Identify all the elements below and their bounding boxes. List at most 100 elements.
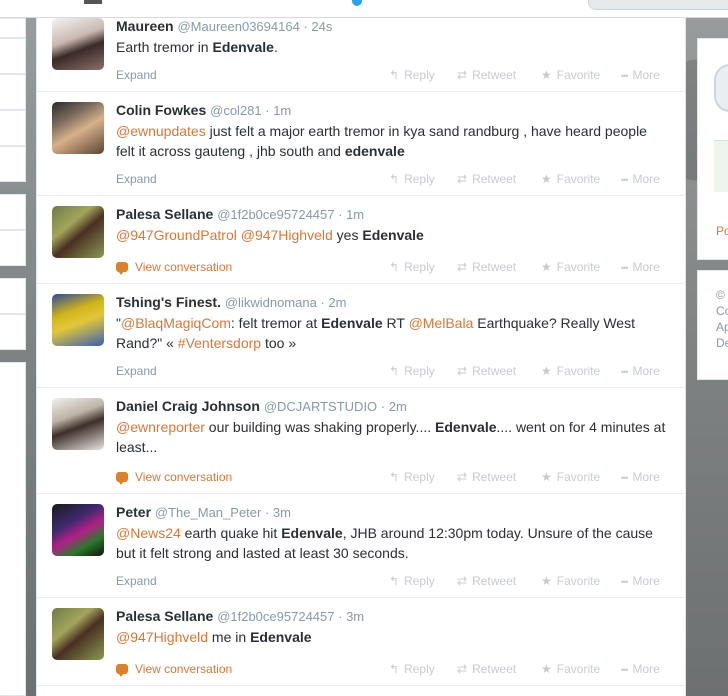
tweet[interactable]: Tshing's Finest. @likwidnomana · 2m "@Bla… bbox=[37, 284, 685, 388]
tweet-timestamp[interactable]: 24s bbox=[311, 19, 332, 34]
view-conversation-link[interactable]: View conversation bbox=[116, 469, 232, 485]
mention-link[interactable]: @MelBala bbox=[409, 315, 474, 331]
tweet-content: Peter @The_Man_Peter · 3m @News24 earth q… bbox=[116, 503, 669, 563]
favorite-button[interactable]: ★ Favorite bbox=[541, 469, 600, 485]
left-sidebar-item[interactable] bbox=[0, 278, 26, 314]
tweet-timestamp[interactable]: 2m bbox=[328, 295, 346, 310]
action-label: Favorite bbox=[556, 470, 601, 484]
more-button[interactable]: ••• More bbox=[621, 259, 660, 276]
mention-link[interactable]: @News24 bbox=[116, 525, 181, 541]
author-username[interactable]: @DCJARTSTUDIO bbox=[264, 399, 377, 414]
reply-button[interactable]: ↰ Reply bbox=[389, 259, 435, 275]
more-button[interactable]: ••• More bbox=[621, 469, 660, 486]
favorite-button[interactable]: ★ Favorite bbox=[541, 363, 600, 379]
more-button[interactable]: ••• More bbox=[621, 67, 660, 84]
more-button[interactable]: ••• More bbox=[621, 171, 660, 188]
left-sidebar-item[interactable] bbox=[0, 110, 26, 146]
retweet-button[interactable]: ⇄ Retweet bbox=[457, 469, 516, 485]
reply-button[interactable]: ↰ Reply bbox=[389, 67, 435, 83]
tweet-timestamp[interactable]: 3m bbox=[273, 505, 291, 520]
mention-link[interactable]: @ewnupdates bbox=[116, 123, 206, 139]
user-avatar[interactable] bbox=[52, 504, 104, 556]
user-avatar[interactable] bbox=[52, 608, 104, 660]
retweet-button[interactable]: ⇄ Retweet bbox=[457, 259, 516, 275]
author-username[interactable]: @likwidnomana bbox=[225, 295, 317, 310]
tweet-timestamp[interactable]: 1m bbox=[273, 103, 291, 118]
author-username[interactable]: @1f2b0ce95724457 bbox=[217, 609, 334, 624]
left-sidebar-item[interactable] bbox=[0, 74, 26, 110]
author-fullname[interactable]: Palesa Sellane bbox=[116, 608, 213, 624]
view-conversation-link[interactable]: View conversation bbox=[116, 661, 232, 677]
mention-link[interactable]: @947Highveld bbox=[116, 629, 208, 645]
reply-button[interactable]: ↰ Reply bbox=[389, 171, 435, 187]
tweet[interactable]: Palesa Sellane @1f2b0ce95724457 · 3m @947… bbox=[37, 598, 685, 686]
favorite-button[interactable]: ★ Favorite bbox=[541, 661, 600, 677]
more-button[interactable]: ••• More bbox=[621, 573, 660, 590]
user-avatar[interactable] bbox=[52, 18, 104, 70]
reply-button[interactable]: ↰ Reply bbox=[389, 363, 435, 379]
retweet-button[interactable]: ⇄ Retweet bbox=[457, 67, 516, 83]
author-fullname[interactable]: Peter bbox=[116, 504, 151, 520]
left-sidebar-item[interactable] bbox=[0, 194, 26, 230]
author-username[interactable]: @col281 bbox=[210, 103, 262, 118]
user-avatar[interactable] bbox=[52, 102, 104, 154]
user-avatar[interactable] bbox=[52, 294, 104, 346]
reply-button[interactable]: ↰ Reply bbox=[389, 661, 435, 677]
author-fullname[interactable]: Colin Fowkes bbox=[116, 102, 206, 118]
mention-link[interactable]: @947GroundPatrol bbox=[116, 227, 237, 243]
reply-button[interactable]: ↰ Reply bbox=[389, 469, 435, 485]
left-sidebar-item[interactable] bbox=[0, 146, 26, 182]
retweet-button[interactable]: ⇄ Retweet bbox=[457, 573, 516, 589]
left-sidebar-item[interactable] bbox=[0, 38, 26, 74]
reply-button[interactable]: ↰ Reply bbox=[389, 573, 435, 589]
tweet[interactable]: Peter @The_Man_Peter · 3m @News24 earth q… bbox=[37, 494, 685, 598]
tweet[interactable]: Palesa Sellane @1f2b0ce95724457 · 1m @947… bbox=[37, 196, 685, 284]
twitter-bird-icon[interactable] bbox=[352, 0, 362, 6]
expand-link[interactable]: Expand bbox=[116, 171, 157, 187]
suggested-user-avatar[interactable] bbox=[714, 64, 728, 112]
retweet-button[interactable]: ⇄ Retweet bbox=[457, 171, 516, 187]
retweet-button[interactable]: ⇄ Retweet bbox=[457, 363, 516, 379]
right-panel-link[interactable]: Po bbox=[698, 224, 728, 238]
user-avatar[interactable] bbox=[52, 398, 104, 450]
reply-arrow-icon: ↰ bbox=[389, 260, 400, 274]
author-fullname[interactable]: Palesa Sellane bbox=[116, 206, 213, 222]
search-input[interactable] bbox=[588, 0, 728, 10]
author-fullname[interactable]: Tshing's Finest. bbox=[116, 294, 221, 310]
favorite-button[interactable]: ★ Favorite bbox=[541, 259, 600, 275]
footer-line[interactable]: Ap bbox=[698, 319, 728, 335]
more-button[interactable]: ••• More bbox=[621, 661, 660, 678]
tweet-timestamp[interactable]: 1m bbox=[346, 207, 364, 222]
left-sidebar-item[interactable] bbox=[0, 314, 26, 350]
tweet[interactable]: Maureen @Maureen03694164 · 24s Earth trem… bbox=[37, 18, 685, 92]
mention-link[interactable]: @947Highveld bbox=[241, 227, 333, 243]
expand-link[interactable]: Expand bbox=[116, 573, 157, 589]
favorite-button[interactable]: ★ Favorite bbox=[541, 573, 600, 589]
author-username[interactable]: @Maureen03694164 bbox=[177, 19, 299, 34]
footer-line[interactable]: Co bbox=[698, 303, 728, 319]
author-username[interactable]: @1f2b0ce95724457 bbox=[217, 207, 334, 222]
tweet[interactable]: Colin Fowkes @col281 · 1m @ewnupdates jus… bbox=[37, 92, 685, 196]
suggested-user-avatar[interactable] bbox=[714, 140, 728, 192]
left-sidebar-item[interactable] bbox=[0, 18, 26, 38]
tweet[interactable]: Daniel Craig Johnson @DCJARTSTUDIO · 2m @… bbox=[37, 388, 685, 494]
author-username[interactable]: @The_Man_Peter bbox=[155, 505, 261, 520]
author-fullname[interactable]: Daniel Craig Johnson bbox=[116, 398, 260, 414]
tweet-timestamp[interactable]: 3m bbox=[346, 609, 364, 624]
author-fullname[interactable]: Maureen bbox=[116, 18, 174, 34]
view-conversation-link[interactable]: View conversation bbox=[116, 259, 232, 275]
favorite-button[interactable]: ★ Favorite bbox=[541, 67, 600, 83]
tweet-timestamp[interactable]: 2m bbox=[389, 399, 407, 414]
left-sidebar-item[interactable] bbox=[0, 230, 26, 266]
retweet-button[interactable]: ⇄ Retweet bbox=[457, 661, 516, 677]
footer-line[interactable]: De bbox=[698, 335, 728, 351]
favorite-button[interactable]: ★ Favorite bbox=[541, 171, 600, 187]
more-button[interactable]: ••• More bbox=[621, 363, 660, 380]
expand-link[interactable]: Expand bbox=[116, 363, 157, 379]
mention-link[interactable]: @BlaqMagiqCom bbox=[121, 315, 231, 331]
nav-tab-indicator[interactable] bbox=[84, 0, 102, 4]
mention-link[interactable]: @ewnreporter bbox=[116, 419, 205, 435]
expand-link[interactable]: Expand bbox=[116, 67, 157, 83]
user-avatar[interactable] bbox=[52, 206, 104, 258]
hashtag-link[interactable]: #Ventersdorp bbox=[178, 335, 261, 351]
